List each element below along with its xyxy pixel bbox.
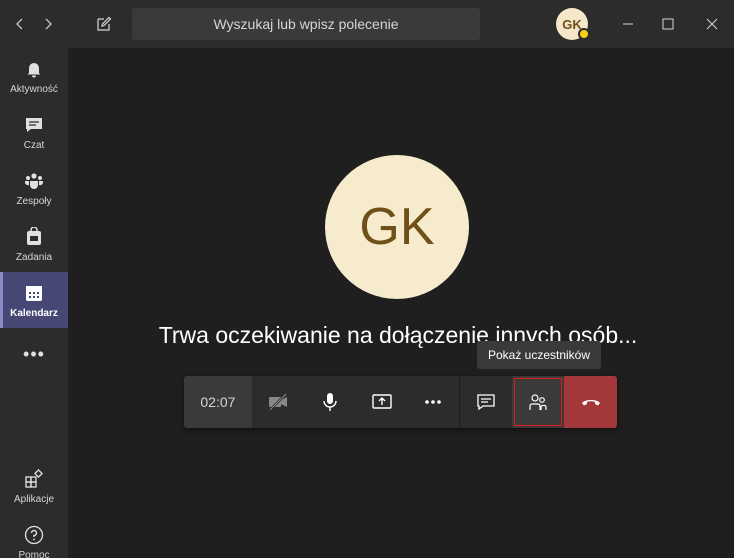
rail-item-chat[interactable]: Czat bbox=[0, 104, 68, 160]
rail-item-help[interactable]: Pomoc bbox=[0, 514, 68, 558]
hang-up-button[interactable] bbox=[564, 376, 617, 428]
rail-item-label: Czat bbox=[23, 139, 45, 151]
assignments-icon bbox=[23, 226, 45, 248]
teams-icon bbox=[23, 170, 45, 192]
microphone-toggle-button[interactable] bbox=[304, 376, 356, 428]
more-apps-button[interactable]: ••• bbox=[0, 344, 68, 364]
chevron-right-icon bbox=[45, 18, 52, 30]
rail-item-label: Zespoły bbox=[16, 195, 52, 207]
camera-toggle-button[interactable] bbox=[252, 376, 304, 428]
rail-item-label: Aktywność bbox=[10, 83, 58, 95]
share-screen-button[interactable] bbox=[356, 376, 408, 428]
forward-button[interactable] bbox=[36, 12, 60, 36]
call-timer: 02:07 bbox=[184, 376, 252, 428]
close-button[interactable] bbox=[700, 12, 724, 36]
chevron-left-icon bbox=[16, 18, 23, 30]
rail-item-label: Aplikacje bbox=[13, 493, 55, 505]
call-controls-bar: 02:07 bbox=[184, 376, 617, 428]
calendar-icon bbox=[23, 282, 45, 304]
rail-item-apps[interactable]: Aplikacje bbox=[0, 458, 68, 514]
rail-item-activity[interactable]: Aktywność bbox=[0, 48, 68, 104]
share-icon bbox=[371, 394, 392, 409]
show-participants-button[interactable] bbox=[512, 376, 565, 428]
bell-icon bbox=[23, 58, 45, 80]
compose-icon bbox=[97, 16, 112, 31]
search-placeholder: Wyszukaj lub wpisz polecenie bbox=[213, 16, 399, 32]
close-icon bbox=[706, 18, 718, 30]
rail-item-calendar[interactable]: Kalendarz bbox=[0, 272, 68, 328]
presence-away-icon bbox=[578, 28, 590, 40]
hangup-icon bbox=[581, 400, 600, 406]
show-conversation-button[interactable] bbox=[460, 376, 512, 428]
rail-item-teams[interactable]: Zespoły bbox=[0, 160, 68, 216]
apps-icon bbox=[23, 468, 45, 490]
rail-item-label: Zadania bbox=[15, 251, 53, 263]
participants-tooltip: Pokaż uczestników bbox=[477, 341, 601, 369]
search-input[interactable]: Wyszukaj lub wpisz polecenie bbox=[132, 8, 480, 40]
participant-avatar: GK bbox=[325, 155, 469, 299]
participant-initials: GK bbox=[359, 198, 435, 256]
waiting-message: Trwa oczekiwanie na dołączenie innych os… bbox=[158, 322, 638, 348]
chat-icon bbox=[477, 394, 495, 411]
title-bar: Wyszukaj lub wpisz polecenie GK bbox=[0, 0, 734, 48]
more-actions-button[interactable] bbox=[407, 376, 459, 428]
new-chat-button[interactable] bbox=[92, 12, 116, 36]
microphone-icon bbox=[322, 393, 337, 411]
minimize-button[interactable] bbox=[616, 12, 640, 36]
minimize-icon bbox=[623, 23, 633, 25]
participants-icon bbox=[529, 394, 547, 410]
rail-item-assignments[interactable]: Zadania bbox=[0, 216, 68, 272]
rail-item-label: Kalendarz bbox=[10, 307, 58, 319]
chat-icon bbox=[23, 114, 45, 136]
maximize-button[interactable] bbox=[656, 12, 680, 36]
help-icon bbox=[23, 524, 45, 546]
more-dots-icon: ••• bbox=[23, 343, 45, 364]
app-rail: Aktywność Czat Zespoły Zadania Kalendarz… bbox=[0, 48, 68, 558]
maximize-icon bbox=[662, 18, 674, 30]
rail-item-label: Pomoc bbox=[18, 549, 50, 558]
back-button[interactable] bbox=[8, 12, 32, 36]
more-icon bbox=[425, 400, 442, 404]
camera-off-icon bbox=[268, 393, 287, 411]
meeting-stage: GK Trwa oczekiwanie na dołączenie innych… bbox=[0, 0, 734, 558]
